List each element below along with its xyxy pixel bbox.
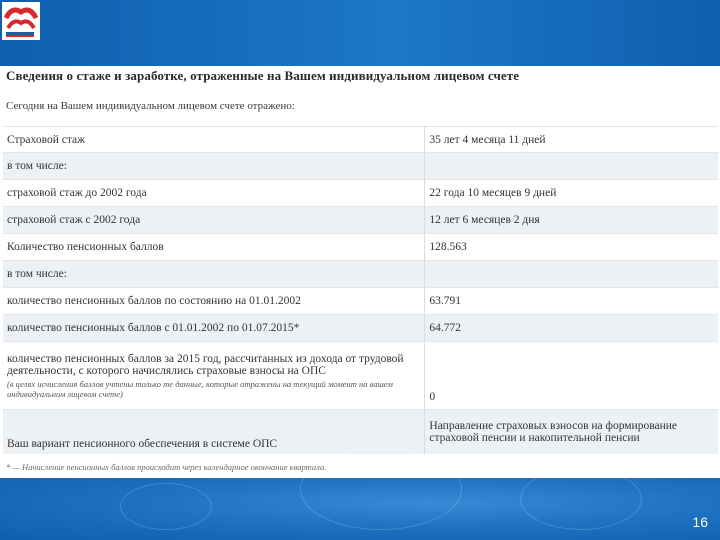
- table-row-value: [424, 260, 718, 288]
- table-row-value: 0: [424, 341, 718, 410]
- table-row-label: в том числе:: [3, 152, 426, 180]
- page-subtitle: Сегодня на Вашем индивидуальном лицевом …: [6, 100, 295, 112]
- row-note: (в целях исчисления баллов учтены только…: [7, 378, 393, 399]
- table-row-label: Количество пенсионных баллов: [3, 233, 426, 261]
- info-table: Страховой стаж 35 лет 4 месяца 11 дней в…: [3, 126, 718, 454]
- pfr-logo-icon: [2, 2, 40, 40]
- table-row-value: 22 года 10 месяцев 9 дней: [424, 179, 718, 207]
- table-row-label: в том числе:: [3, 260, 426, 288]
- page-title: Сведения о стаже и заработке, отраженные…: [6, 68, 520, 83]
- table-row-value: 35 лет 4 месяца 11 дней: [424, 126, 718, 153]
- ripple-decoration: [120, 483, 212, 530]
- table-row-label: Ваш вариант пенсионного обеспечения в си…: [3, 409, 426, 454]
- table-row-label: Страховой стаж: [3, 126, 426, 153]
- table-row-label: страховой стаж с 2002 года: [3, 206, 426, 234]
- table-row-value: 12 лет 6 месяцев 2 дня: [424, 206, 718, 234]
- row-label-text: количество пенсионных баллов за 2015 год…: [7, 352, 404, 377]
- footnote: * — Начисление пенсионных баллов происхо…: [6, 462, 327, 472]
- table-row-value: Направление страховых взносов на формиро…: [424, 409, 718, 454]
- table-row-value: 64.772: [424, 314, 718, 342]
- top-band: [0, 0, 720, 66]
- table-row-value: [424, 152, 718, 180]
- table-row-label: количество пенсионных баллов с 01.01.200…: [3, 314, 426, 342]
- table-row-label: количество пенсионных баллов по состояни…: [3, 287, 426, 315]
- table-row-value: 63.791: [424, 287, 718, 315]
- table-row-label: страховой стаж до 2002 года: [3, 179, 426, 207]
- table-row-value: 128.563: [424, 233, 718, 261]
- ripple-decoration: [520, 468, 642, 530]
- ripple-decoration: [300, 448, 462, 530]
- table-row-label: количество пенсионных баллов за 2015 год…: [3, 341, 426, 410]
- page-number: 16: [692, 514, 708, 530]
- bottom-band: 16: [0, 448, 720, 540]
